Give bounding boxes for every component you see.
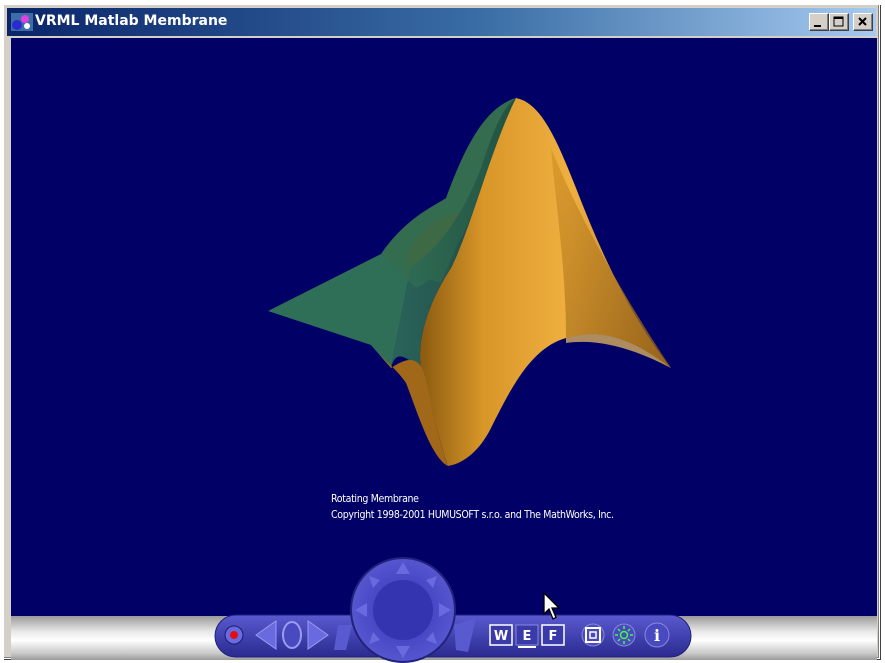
minimize-icon <box>814 25 821 27</box>
fly-mode-button[interactable]: F <box>541 624 565 646</box>
membrane-surface[interactable] <box>11 38 877 616</box>
info-icon: i <box>654 626 660 645</box>
walk-mode-label: W <box>494 629 508 644</box>
maximize-icon <box>833 16 844 27</box>
mouse-pointer-icon <box>543 592 561 620</box>
minimize-button[interactable] <box>809 13 829 31</box>
ellipse-icon <box>282 621 302 649</box>
caption-title: Rotating Membrane <box>331 492 419 505</box>
default-viewpoint-button[interactable] <box>282 621 302 649</box>
caption-copyright: Copyright 1998-2001 HUMUSOFT s.r.o. and … <box>331 508 614 521</box>
info-button[interactable]: i <box>644 622 670 648</box>
straighten-button[interactable] <box>581 623 605 647</box>
vrml-app-icon <box>11 13 33 31</box>
app-window: VRML Matlab Membrane Rotating Membrane C… <box>3 4 880 660</box>
title-bar[interactable]: VRML Matlab Membrane <box>7 8 876 36</box>
record-button[interactable] <box>224 625 244 645</box>
examine-mode-label: E <box>523 629 532 644</box>
fly-mode-label: F <box>549 629 558 644</box>
close-icon <box>858 17 867 26</box>
navigation-wheel[interactable] <box>350 557 456 663</box>
vrml-viewport[interactable]: Rotating Membrane Copyright 1998-2001 HU… <box>11 38 877 616</box>
headlight-button[interactable] <box>612 623 636 647</box>
close-button[interactable] <box>853 13 873 31</box>
maximize-button[interactable] <box>829 13 849 31</box>
examine-mode-button[interactable]: E <box>515 624 539 648</box>
scene-caption: Rotating Membrane Copyright 1998-2001 HU… <box>331 491 660 523</box>
walk-mode-button[interactable]: W <box>489 624 513 646</box>
window-title: VRML Matlab Membrane <box>35 13 228 29</box>
record-dot-icon <box>230 631 238 639</box>
